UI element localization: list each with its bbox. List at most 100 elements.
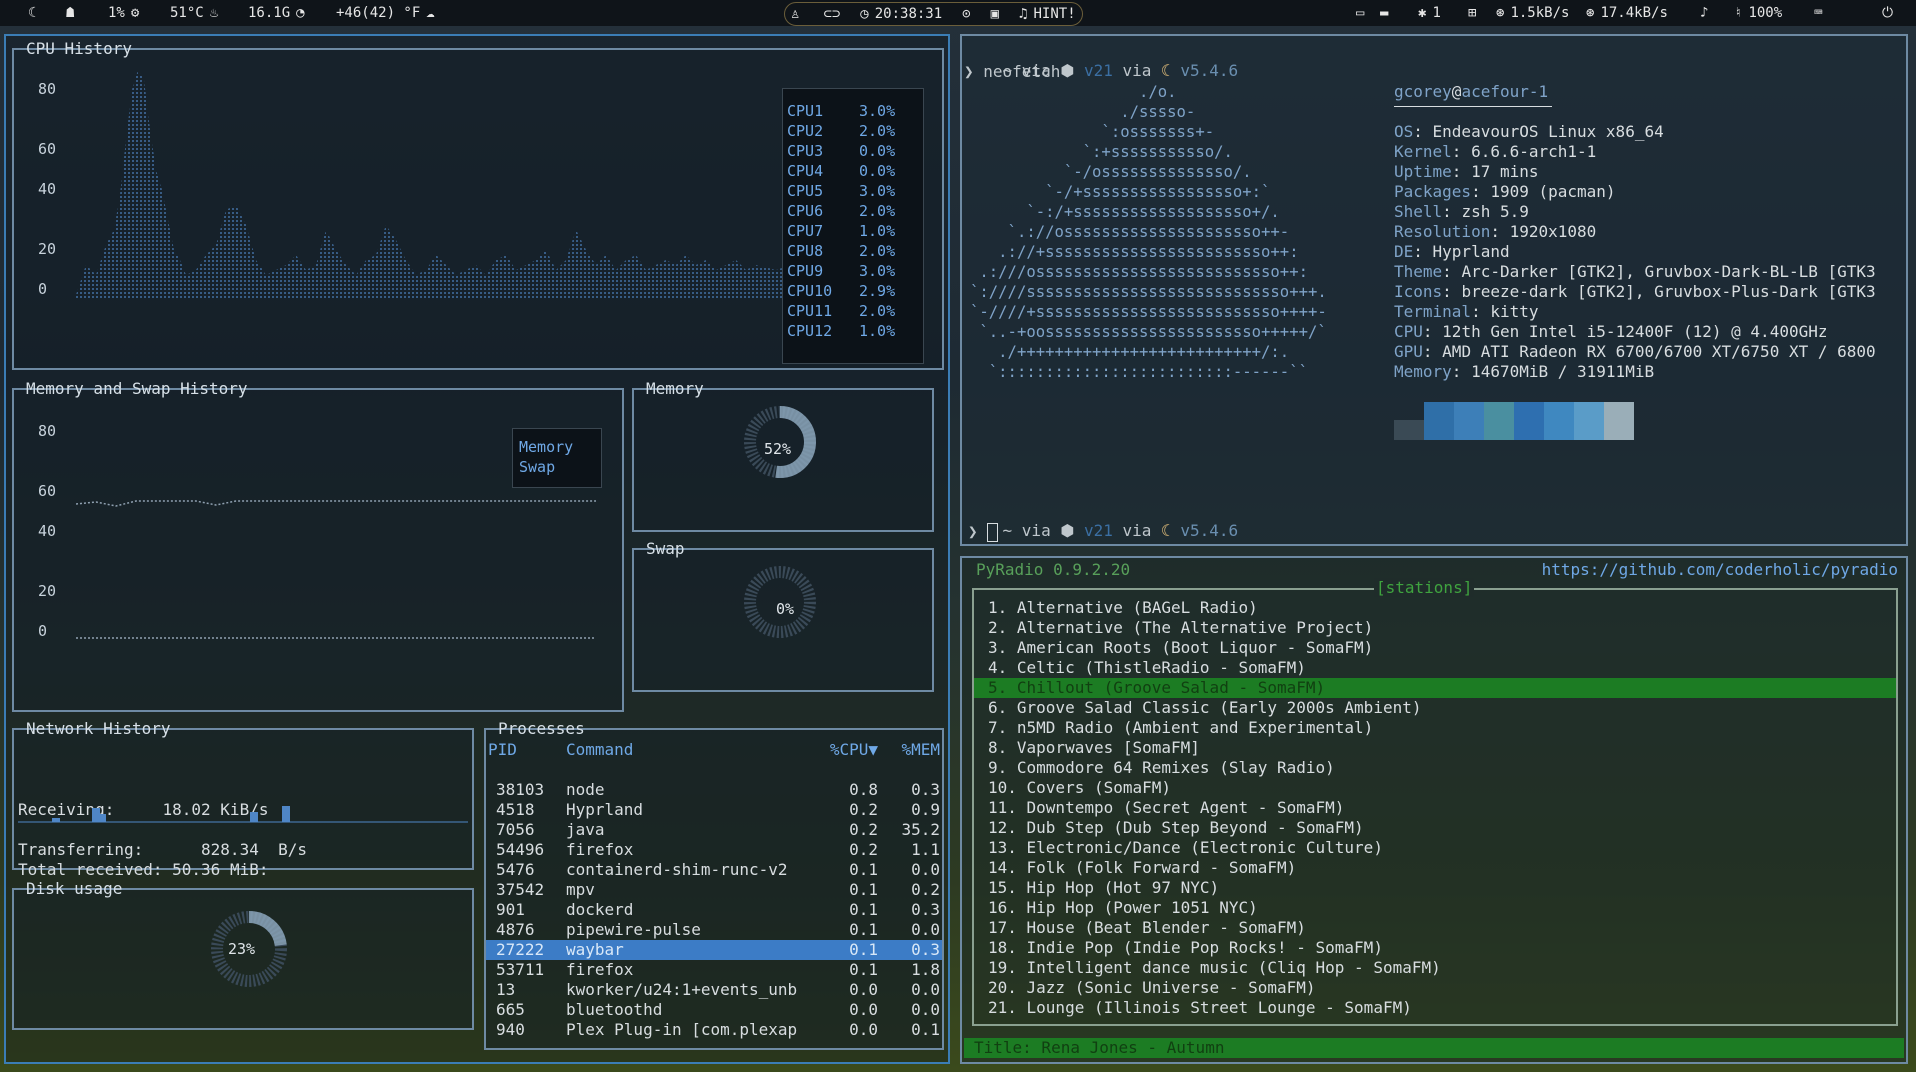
pyradio-window[interactable]: PyRadio 0.9.2.20 https://github.com/code… — [960, 556, 1908, 1064]
network-icon[interactable]: ⊞ — [1468, 0, 1476, 26]
process-list: 38103 node 0.8 0.3 4518 Hyprland 0.2 0.9 7056 jav… — [486, 780, 942, 1040]
info-row: Kernel: 6.6.6-arch1-1 — [1394, 142, 1876, 162]
legend-memory: Memory — [519, 438, 574, 456]
memory-icon: ◔ — [296, 5, 305, 21]
hint-text[interactable]: HINT! — [1033, 6, 1075, 22]
station-item[interactable]: 21. Lounge (Illinois Street Lounge - Som… — [974, 998, 1896, 1018]
volume-indicator[interactable]: ♮ 100% — [1734, 0, 1782, 26]
palette-swatch — [1484, 402, 1514, 440]
info-row: Terminal: kitty — [1394, 302, 1876, 322]
station-item[interactable]: 20. Jazz (Sonic Universe - SomaFM) — [974, 978, 1896, 998]
station-item[interactable]: 5. Chillout (Groove Salad - SomaFM) — [974, 678, 1896, 698]
process-pid: 7056 — [496, 820, 535, 839]
station-item[interactable]: 12. Dub Step (Dub Step Beyond - SomaFM) — [974, 818, 1896, 838]
command-line: ❯ neofetch — [964, 62, 1061, 81]
lamp-icon[interactable]: ♙ — [791, 6, 799, 22]
info-value: 6.6.6-arch1-1 — [1471, 142, 1597, 161]
window-icon[interactable]: ▭ — [1356, 0, 1364, 26]
power-icon[interactable]: ⏻ — [1882, 0, 1893, 26]
lock-icon[interactable]: ▣ — [991, 6, 999, 22]
cpu-core-name: CPU11 — [787, 302, 833, 320]
station-item[interactable]: 7. n5MD Radio (Ambient and Experimental) — [974, 718, 1896, 738]
station-item[interactable]: 19. Intelligent dance music (Cliq Hop - … — [974, 958, 1896, 978]
info-key: Shell — [1394, 202, 1443, 221]
bluetooth-indicator[interactable]: ✱ 1 — [1418, 0, 1441, 26]
pyradio-url[interactable]: https://github.com/coderholic/pyradio — [1542, 560, 1898, 579]
process-row[interactable]: 4518 Hyprland 0.2 0.9 — [486, 800, 942, 820]
speaker-icon[interactable]: ♪ — [1700, 0, 1708, 26]
process-row[interactable]: 53711 firefox 0.1 1.8 — [486, 960, 942, 980]
temperature-indicator[interactable]: 51°C ♨ — [170, 0, 218, 26]
process-row[interactable]: 5476 containerd-shim-runc-v2 0.1 0.0 — [486, 860, 942, 880]
moon-icon[interactable]: ☾ — [28, 0, 36, 26]
process-row[interactable]: 901 dockerd 0.1 0.3 — [486, 900, 942, 920]
keyboard-layout-icon[interactable]: ⌨ — [1814, 0, 1822, 26]
station-item[interactable]: 14. Folk (Folk Forward - SomaFM) — [974, 858, 1896, 878]
process-row[interactable]: 7056 java 0.2 35.2 — [486, 820, 942, 840]
station-item[interactable]: 8. Vaporwaves [SomaFM] — [974, 738, 1896, 758]
upload-indicator[interactable]: ⊛ 17.4kB/s — [1586, 0, 1668, 26]
ghost-icon[interactable]: ☗ — [66, 0, 74, 26]
pid-header[interactable]: PID — [486, 740, 566, 760]
process-cpu: 0.2 — [849, 820, 878, 839]
process-row[interactable]: 27222 waybar 0.1 0.3 — [486, 940, 942, 960]
cpu-core-value: 0.0% — [859, 142, 896, 160]
info-colon: : — [1413, 242, 1433, 261]
info-colon: : — [1451, 362, 1472, 381]
mem-header[interactable]: %MEM — [878, 740, 940, 760]
process-command: mpv — [566, 880, 595, 899]
download-indicator[interactable]: ⊛ 1.5kB/s — [1496, 0, 1569, 26]
process-pid: 665 — [496, 1000, 525, 1019]
station-item[interactable]: 9. Commodore 64 Remixes (Slay Radio) — [974, 758, 1896, 778]
process-row[interactable]: 54496 firefox 0.2 1.1 — [486, 840, 942, 860]
info-value: 12th Gen Intel i5-12400F (12) @ 4.400GHz — [1442, 322, 1828, 341]
memory-panel: Memory 52% — [632, 379, 934, 532]
cpu-core-value: 2.0% — [859, 202, 896, 220]
station-item[interactable]: 15. Hip Hop (Hot 97 NYC) — [974, 878, 1896, 898]
info-value: 1909 (pacman) — [1490, 182, 1616, 201]
station-item[interactable]: 11. Downtempo (Secret Agent - SomaFM) — [974, 798, 1896, 818]
info-key: Terminal — [1394, 302, 1472, 321]
record-icon[interactable]: ⊙ — [962, 6, 970, 22]
process-mem: 35.2 — [901, 820, 940, 839]
cpu-indicator[interactable]: 1% ⚙ — [108, 0, 139, 26]
station-item[interactable]: 13. Electronic/Dance (Electronic Culture… — [974, 838, 1896, 858]
process-row[interactable]: 37542 mpv 0.1 0.2 — [486, 880, 942, 900]
process-row[interactable]: 38103 node 0.8 0.3 — [486, 780, 942, 800]
station-item[interactable]: 16. Hip Hop (Power 1051 NYC) — [974, 898, 1896, 918]
swap-panel: Swap 0% — [632, 539, 934, 692]
mem-ytick: 60 — [38, 482, 57, 500]
cpu-core-value: 3.0% — [859, 262, 896, 280]
memory-indicator[interactable]: 16.1G ◔ — [248, 0, 305, 26]
station-item[interactable]: 6. Groove Salad Classic (Early 2000s Amb… — [974, 698, 1896, 718]
toggle-icon[interactable]: ⊂⊃ — [823, 6, 840, 22]
moon-icon: ☾ — [1161, 521, 1171, 540]
info-value: AMD ATI Radeon RX 6700/6700 XT/6750 XT /… — [1442, 342, 1876, 361]
process-pid: 54496 — [496, 840, 545, 859]
command-header[interactable]: Command — [566, 740, 816, 760]
stations-box: [stations] 1. Alternative (BAGeL Radio) 2… — [972, 578, 1898, 1026]
station-item[interactable]: 17. House (Beat Blender - SomaFM) — [974, 918, 1896, 938]
folder-icon[interactable]: ▬ — [1380, 0, 1388, 26]
station-item[interactable]: 4. Celtic (ThistleRadio - SomaFM) — [974, 658, 1896, 678]
pyradio-title: PyRadio 0.9.2.20 — [976, 560, 1131, 579]
station-item[interactable]: 10. Covers (SomaFM) — [974, 778, 1896, 798]
station-item[interactable]: 18. Indie Pop (Indie Pop Rocks! - SomaFM… — [974, 938, 1896, 958]
process-mem: 0.0 — [911, 860, 940, 879]
prompt-node-version: v21 — [1083, 521, 1113, 540]
cpu-core-row: CPU11 2.0% — [783, 301, 923, 321]
clock-text[interactable]: 20:38:31 — [875, 6, 942, 22]
process-row[interactable]: 4876 pipewire-pulse 0.1 0.0 — [486, 920, 942, 940]
disk-usage-panel: Disk usage 23% — [12, 879, 474, 1030]
station-item[interactable]: 3. American Roots (Boot Liquor - SomaFM) — [974, 638, 1896, 658]
station-item[interactable]: 1. Alternative (BAGeL Radio) — [974, 598, 1896, 618]
station-item[interactable]: 2. Alternative (The Alternative Project) — [974, 618, 1896, 638]
info-key: Icons — [1394, 282, 1443, 301]
weather-indicator[interactable]: +46(42) °F ☁ — [336, 0, 435, 26]
terminal-cursor[interactable]: ❯ — [968, 522, 999, 542]
process-row[interactable]: 13 kworker/u24:1+events_unb 0.0 0.0 — [486, 980, 942, 1000]
process-row[interactable]: 940 Plex Plug-in [com.plexap 0.0 0.1 — [486, 1020, 942, 1040]
cpu-header[interactable]: %CPU▼ — [816, 740, 878, 760]
terminal-window[interactable]: ~ via ⬢ v21 via ☾ v5.4.6 ❯ neofetch ./o.… — [960, 34, 1908, 546]
process-row[interactable]: 665 bluetoothd 0.0 0.0 — [486, 1000, 942, 1020]
